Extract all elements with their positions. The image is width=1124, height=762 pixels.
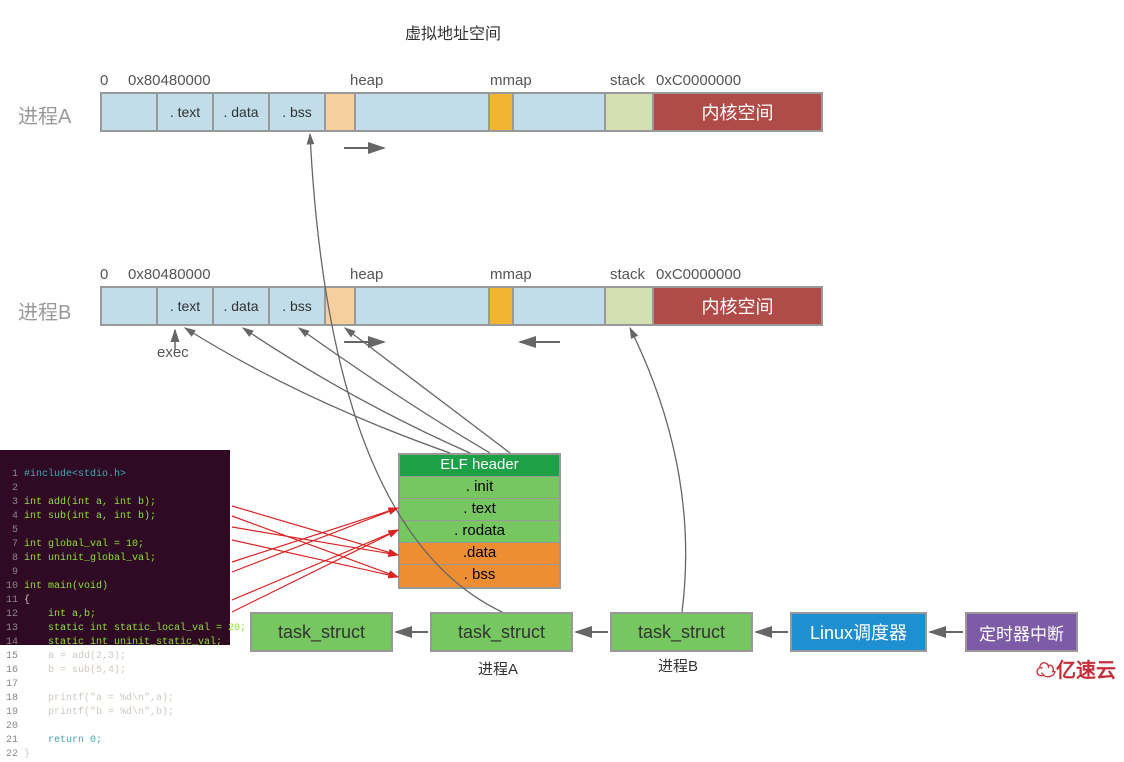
procB-seg-heap xyxy=(326,288,356,324)
red-arrow-5 xyxy=(232,508,398,562)
elf-to-bss-line xyxy=(299,328,490,453)
procB-seg-stack xyxy=(606,288,654,324)
procB-seg-kernel: 内核空间 xyxy=(654,288,821,324)
procA-heap: heap xyxy=(350,72,383,89)
procA-mmap: mmap xyxy=(490,72,532,89)
procA-stack: stack xyxy=(610,72,645,89)
procA-seg-text: . text xyxy=(158,94,214,130)
procB-seg-bss: . bss xyxy=(270,288,326,324)
elf-header: ELF header xyxy=(400,455,559,477)
taskB-to-procB-line xyxy=(630,328,686,612)
elf-init: . init xyxy=(400,477,559,499)
elf-text: . text xyxy=(400,499,559,521)
red-arrow-8 xyxy=(232,530,398,612)
elf-to-text-line xyxy=(185,328,450,453)
elf-bss: . bss xyxy=(400,565,559,587)
procA-seg-stack xyxy=(606,94,654,130)
procA-seg-data: . data xyxy=(214,94,270,130)
procB-stack: stack xyxy=(610,266,645,283)
task-struct-2: task_struct xyxy=(430,612,573,652)
linux-scheduler: Linux调度器 xyxy=(790,612,927,652)
procA-seg-heap xyxy=(326,94,356,130)
procB-seg-gap3 xyxy=(514,288,606,324)
red-arrow-4 xyxy=(232,516,398,577)
procB-kaddr: 0xC0000000 xyxy=(656,266,741,283)
procB-seg-data: . data xyxy=(214,288,270,324)
procA-seg-gap2 xyxy=(356,94,490,130)
elf-rodata: . rodata xyxy=(400,521,559,543)
timer-interrupt: 定时器中断 xyxy=(965,612,1078,652)
elf-data: .data xyxy=(400,543,559,565)
task-struct-3: task_struct xyxy=(610,612,753,652)
procB-addr1: 0x80480000 xyxy=(128,266,211,283)
procB-seg-gap1 xyxy=(102,288,158,324)
procA-seg-gap1 xyxy=(102,94,158,130)
task2-label: 进程A xyxy=(478,658,518,679)
procA-addr1: 0x80480000 xyxy=(128,72,211,89)
diagram-title: 虚拟地址空间 xyxy=(405,20,501,44)
procB-seg-text: . text xyxy=(158,288,214,324)
procA-seg-kernel: 内核空间 xyxy=(654,94,821,130)
procB-seg-mmap xyxy=(490,288,514,324)
red-arrow-6 xyxy=(232,508,398,572)
elf-to-heap-line xyxy=(345,328,510,453)
logo: ☁亿速云 xyxy=(1036,654,1116,683)
elf-structure: ELF header . init . text . rodata .data … xyxy=(398,453,561,589)
logo-icon: ☁ xyxy=(1036,660,1056,682)
procB-mmap: mmap xyxy=(490,266,532,283)
code-editor: 1#include<stdio.h> 2 3int add(int a, int… xyxy=(0,450,230,645)
procA-seg-bss: . bss xyxy=(270,94,326,130)
procA-seg-mmap xyxy=(490,94,514,130)
elf-to-data-line xyxy=(243,328,470,453)
process-a-label: 进程A xyxy=(18,100,71,129)
procA-zero: 0 xyxy=(100,72,108,89)
process-a-memory-bar: . text . data . bss 内核空间 xyxy=(100,92,823,132)
procB-exec: exec xyxy=(157,344,189,361)
procA-kaddr: 0xC0000000 xyxy=(656,72,741,89)
red-arrow-7 xyxy=(232,530,398,600)
procA-seg-gap3 xyxy=(514,94,606,130)
procB-heap: heap xyxy=(350,266,383,283)
procB-seg-gap2 xyxy=(356,288,490,324)
red-arrow-2 xyxy=(232,540,398,577)
red-arrow-3 xyxy=(232,506,398,555)
process-b-memory-bar: . text . data . bss 内核空间 xyxy=(100,286,823,326)
process-b-label: 进程B xyxy=(18,296,71,325)
task3-label: 进程B xyxy=(658,655,698,676)
procB-zero: 0 xyxy=(100,266,108,283)
red-arrow-1 xyxy=(232,527,398,555)
task-struct-1: task_struct xyxy=(250,612,393,652)
